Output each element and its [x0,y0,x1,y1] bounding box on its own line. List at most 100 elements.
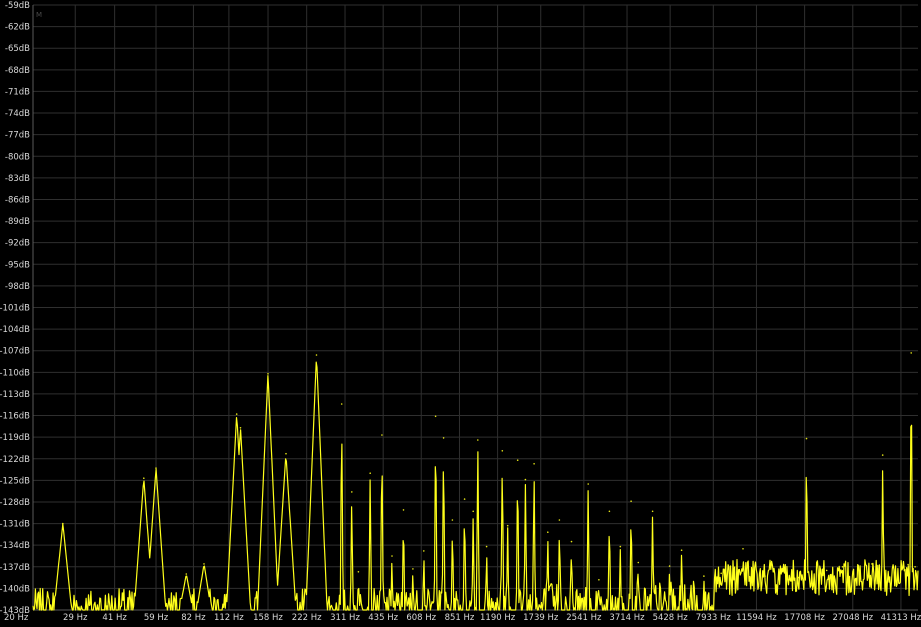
spectrum-peak-point [402,509,405,511]
y-tick-label: -71dB [5,87,30,97]
spectrum-peak-point [62,522,64,525]
spectrum-peak-point [841,566,844,568]
spectrum-peak-point [598,579,600,581]
spectrum-peak-point [587,483,589,485]
spectrum-peak-point [881,454,884,456]
marker-label: M [36,11,42,19]
spectrum-peak-point [423,550,425,552]
x-tick-label: 851 Hz [445,613,475,623]
spectrum-peak-point [155,467,157,469]
spectrum-peak-point [668,565,671,567]
spectrum-peak-point [910,352,912,354]
spectrum-peak-point [637,561,640,564]
spectrum-peak-point [516,459,519,462]
spectrum-peak-point [391,555,393,557]
spectrum-peak-point [412,568,414,570]
spectrum-peak-point [892,566,894,569]
y-tick-label: -83dB [5,174,30,184]
spectrum-peak-point [381,434,383,436]
spectrum-peak-point [442,437,445,439]
x-tick-label: 27048 Hz [832,613,873,623]
plot-background [0,0,921,623]
spectrum-peak-point [720,572,722,575]
spectrum-peak-point [472,510,475,513]
x-tick-label: 20 Hz [4,613,29,623]
y-tick-label: -104dB [0,325,30,335]
x-tick-label: 435 Hz [368,613,398,623]
spectrum-peak-point [357,571,360,573]
spectrum-peak-point [764,575,766,577]
x-tick-label: 608 Hz [406,613,436,623]
y-tick-label: -137dB [0,563,30,573]
y-tick-label: -131dB [0,520,30,530]
spectrum-peak-point [340,403,343,405]
spectrum-peak-point [351,491,353,493]
spectrum-peak-point [524,478,527,481]
spectrum-peak-point [369,472,372,475]
x-tick-label: 7933 Hz [696,613,732,623]
y-tick-label: -68dB [5,66,30,76]
y-tick-label: -101dB [0,304,30,314]
y-tick-label: -59dB [5,1,30,11]
x-tick-label: 3714 Hz [609,613,645,623]
spectrum-peak-point [907,563,909,566]
spectrum-peak-point [608,510,611,513]
spectrum-peak-point [434,415,437,418]
spectrum-peak-point [185,573,188,575]
spectrum-peak-point [871,563,873,565]
y-tick-label: -122dB [0,455,30,465]
spectrum-peak-point [651,510,654,513]
spectrum-peak-point [533,463,535,465]
x-tick-label: 17708 Hz [784,613,825,623]
spectrum-peak-point [547,531,549,533]
y-tick-label: -74dB [5,109,30,119]
spectrum-peak-point [859,569,861,572]
spectrum-peak-point [267,373,269,375]
spectrum-peak-point [143,477,145,480]
spectrum-peak-point [680,549,683,551]
spectrum-peak-point [203,563,205,565]
spectrum-peak-point [825,569,828,572]
spectrum-peak-point [914,566,916,568]
y-tick-label: -134dB [0,541,30,551]
x-tick-label: 1739 Hz [523,613,559,623]
y-tick-label: -92dB [5,239,30,249]
y-tick-label: -89dB [5,217,30,227]
spectrum-peak-point [783,570,785,572]
y-tick-label: -62dB [5,23,30,33]
x-tick-label: 311 Hz [330,613,360,623]
spectrum-peak-point [506,524,509,527]
spectrum-peak-point [239,427,242,429]
y-tick-label: -65dB [5,44,30,54]
y-tick-label: -128dB [0,498,30,508]
x-tick-label: 158 Hz [253,613,283,623]
spectrum-peak-point [315,354,318,356]
spectrum-peak-point [558,519,561,521]
spectrum-peak-point [619,545,622,548]
x-tick-label: 41 Hz [102,613,127,623]
spectrum-analyzer-plot: -59dB -62dB -65dB -68dB -71dB -74dB -77dB -80dB… [0,0,921,623]
spectrum-peak-point [805,437,808,440]
y-tick-label: -98dB [5,282,30,292]
y-tick-label: -86dB [5,195,30,205]
spectrum-peak-point [451,519,454,521]
x-tick-label: 41313 Hz [881,613,921,623]
spectrum-peak-point [797,576,800,579]
y-tick-label: -107dB [0,347,30,357]
y-tick-label: -116dB [0,412,30,422]
x-tick-label: 59 Hz [144,613,169,623]
spectrum-peak-point [477,439,479,441]
spectrum-peak-point [742,548,744,550]
x-tick-label: 29 Hz [63,613,88,623]
y-tick-label: -113dB [0,390,30,400]
y-tick-label: -80dB [5,152,30,162]
spectrum-peak-point [285,452,287,455]
x-tick-label: 1190 Hz [480,613,516,623]
x-tick-label: 112 Hz [214,613,244,623]
x-tick-label: 11594 Hz [736,613,777,623]
y-tick-label: -125dB [0,476,30,486]
y-tick-label: -140dB [0,584,30,594]
y-tick-label: -95dB [5,260,30,270]
spectrum-peak-point [703,575,705,577]
y-tick-label: -110dB [0,368,30,378]
